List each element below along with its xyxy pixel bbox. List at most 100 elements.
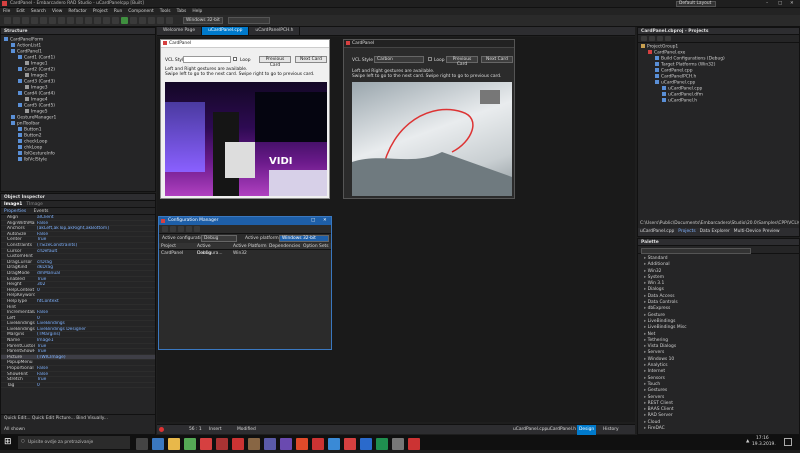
app-red-icon[interactable] [216,438,228,450]
word-icon[interactable] [360,438,372,450]
bottom-tab-design[interactable]: Design [577,425,597,435]
excel-icon[interactable] [376,438,388,450]
palette-search-input[interactable] [641,248,751,254]
save-icon[interactable] [22,17,30,24]
tab-projects[interactable]: Projects [676,229,697,234]
property-value[interactable]: True [35,349,155,354]
undo-icon[interactable] [40,17,48,24]
config-delete-icon[interactable] [186,226,192,232]
menu-edit[interactable]: Edit [13,8,28,15]
new-icon[interactable] [4,17,12,24]
tab-ucardpanel-pch[interactable]: uCardPanelPCH.h [249,27,301,35]
col-dependencies[interactable]: Dependencies [267,243,301,249]
trace-into-icon[interactable] [166,17,174,24]
property-value[interactable]: crDefault [35,249,155,254]
config-maximize-icon[interactable]: □ [311,218,315,223]
platform-select[interactable]: Windows 32-bit [183,17,223,24]
app-purple-icon[interactable] [264,438,276,450]
app-red5-icon[interactable] [408,438,420,450]
property-value[interactable]: True [35,377,155,382]
form-designer-window[interactable]: CardPanel VCL Style Loop Previous Card N… [160,39,330,199]
property-value[interactable]: Image1 [35,338,155,343]
replace-icon[interactable] [94,17,102,24]
vcl-style-combo[interactable] [183,56,231,63]
paste-icon[interactable] [76,17,84,24]
app-red2-icon[interactable] [232,438,244,450]
step-over-icon[interactable] [157,17,165,24]
property-value[interactable]: True [35,277,155,282]
property-value[interactable] [35,360,155,365]
close-icon[interactable]: ✕ [790,1,794,6]
menu-refactor[interactable]: Refactor [65,8,89,15]
property-value[interactable]: False [35,221,155,226]
active-platform-combo[interactable]: Windows 32-bit [279,235,329,242]
property-value[interactable]: LiveBindings Designer [35,327,155,332]
stop-icon[interactable] [148,17,156,24]
network-icon[interactable]: ▲ [746,439,749,444]
property-value[interactable]: False [35,372,155,377]
previous-card-button[interactable]: Previous Card [259,56,291,68]
property-value[interactable]: (TWICImage) [35,355,155,360]
menu-tabs[interactable]: Tabs [174,8,190,15]
property-value[interactable]: alClient [35,215,155,220]
property-value[interactable]: False [35,232,155,237]
col-project[interactable]: Project [159,243,195,249]
inspector-quick-links[interactable]: Quick Edit... Quick Edit Picture... Bind… [1,414,155,422]
app-brown-icon[interactable] [248,438,260,450]
property-value[interactable]: False [35,366,155,371]
store-icon[interactable] [184,438,196,450]
next-card-button[interactable]: Next Card [295,56,327,63]
run-next-card-button[interactable]: Next Card [481,56,513,63]
rad-studio-icon[interactable] [200,438,212,450]
run-previous-card-button[interactable]: Previous Card [446,56,478,67]
menu-project[interactable]: Project [90,8,111,15]
property-value[interactable]: crDrag [35,260,155,265]
record-macro-icon[interactable] [159,427,164,432]
app-blue-icon[interactable] [328,438,340,450]
property-value[interactable]: 0 [35,288,155,293]
configuration-manager-window[interactable]: Configuration Manager □ ✕ Active configu… [158,216,332,350]
maximize-icon[interactable]: □ [778,1,782,6]
app-red4-icon[interactable] [344,438,356,450]
property-value[interactable]: True [35,344,155,349]
menu-search[interactable]: Search [28,8,49,15]
windows-start-icon[interactable]: ⊞ [4,438,13,447]
remove-icon[interactable] [657,36,663,41]
property-value[interactable]: [akLeft,akTop,akRight,akBottom] [35,226,155,231]
config-options-icon[interactable] [194,226,200,232]
run-without-debug-icon[interactable] [130,17,138,24]
redo-icon[interactable] [49,17,57,24]
menu-file[interactable]: File [0,8,13,15]
property-value[interactable] [35,293,155,298]
open-icon[interactable] [13,17,21,24]
list-item[interactable]: lblVclStyle [4,157,155,163]
run-vcl-style-combo[interactable]: Carbon [374,56,424,63]
app-gray-icon[interactable] [392,438,404,450]
property-value[interactable]: dkDrag [35,265,155,270]
task-view-icon[interactable] [136,438,148,450]
tab-projects-cpp[interactable]: uCardPanel.cpp [638,229,676,234]
active-configuration-combo[interactable]: Debug [201,235,237,242]
list-item[interactable]: uCardPanel.h [641,98,799,104]
tab-multi-device-preview[interactable]: Multi-Device Preview [732,229,782,234]
property-value[interactable]: 0 [35,383,155,388]
property-value[interactable]: (TSizeConstraints) [35,243,155,248]
property-value[interactable] [35,254,155,259]
sync-icon[interactable] [665,36,671,41]
property-value[interactable]: (TMargins) [35,332,155,337]
tab-welcome-page[interactable]: Welcome Page [157,27,203,35]
menu-tools[interactable]: Tools [157,8,174,15]
col-option-sets[interactable]: Option Sets [301,243,331,249]
notifications-icon[interactable] [784,438,792,446]
property-value[interactable]: dmManual [35,271,155,276]
loop-checkbox[interactable] [233,57,237,61]
col-active-platform[interactable]: Active Platform [231,243,267,249]
minimize-icon[interactable]: – [766,1,768,6]
selected-component[interactable]: Image1 [4,201,22,207]
list-item[interactable]: ▸ FireDAC [638,426,799,432]
copy-icon[interactable] [67,17,75,24]
taskbar-search-input[interactable]: Upisite ovdje za pretrazivanje [18,436,130,449]
file-explorer-icon[interactable] [168,438,180,450]
config-new-icon[interactable] [162,226,168,232]
config-close-icon[interactable]: ✕ [323,218,327,223]
